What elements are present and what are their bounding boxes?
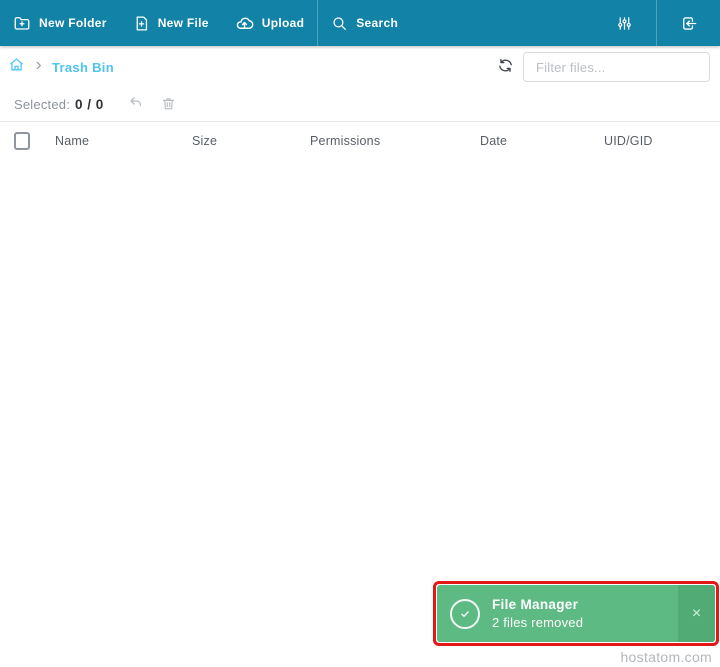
cloud-upload-icon — [235, 14, 254, 33]
selected-count: 0 / 0 — [75, 97, 104, 112]
topbar-right-actions — [593, 0, 720, 46]
close-icon: × — [692, 605, 701, 623]
topbar-actions: New Folder New File Upload — [0, 0, 411, 46]
watermark: hostatom.com — [620, 649, 712, 665]
select-all-cell — [14, 132, 55, 150]
topbar: New Folder New File Upload — [0, 0, 720, 46]
column-header-size[interactable]: Size — [192, 134, 310, 148]
new-file-button[interactable]: New File — [120, 0, 222, 46]
new-file-label: New File — [158, 16, 209, 30]
column-header-uidgid[interactable]: UID/GID — [604, 134, 720, 148]
success-check-icon — [450, 599, 480, 629]
home-icon[interactable] — [8, 56, 25, 78]
sliders-icon — [616, 15, 633, 32]
delete-button[interactable] — [161, 96, 176, 114]
selection-bar: Selected: 0 / 0 — [0, 88, 720, 121]
refresh-button[interactable] — [497, 57, 514, 77]
new-folder-icon — [13, 14, 31, 32]
new-file-icon — [133, 15, 150, 32]
upload-button[interactable]: Upload — [222, 0, 317, 46]
table-header: Name Size Permissions Date UID/GID — [0, 122, 720, 160]
annotation-highlight-box: File Manager 2 files removed × — [433, 581, 719, 646]
search-label: Search — [356, 16, 398, 30]
column-header-name[interactable]: Name — [55, 134, 192, 148]
new-folder-label: New Folder — [39, 16, 107, 30]
breadcrumb-current[interactable]: Trash Bin — [52, 60, 114, 75]
search-button[interactable]: Search — [318, 0, 411, 46]
trash-icon — [161, 96, 176, 114]
upload-label: Upload — [262, 16, 304, 30]
toast-text: File Manager 2 files removed — [492, 597, 678, 630]
toolbar: Trash Bin — [0, 46, 720, 88]
search-icon — [331, 15, 348, 32]
toast-close-button[interactable]: × — [678, 585, 715, 642]
column-header-date[interactable]: Date — [480, 134, 604, 148]
toast-notification: File Manager 2 files removed × — [437, 585, 715, 642]
logout-icon — [679, 14, 698, 33]
new-folder-button[interactable]: New Folder — [0, 0, 120, 46]
refresh-icon — [497, 57, 514, 77]
toast-message: 2 files removed — [492, 615, 678, 630]
breadcrumb: Trash Bin — [8, 56, 114, 78]
logout-button[interactable] — [657, 0, 720, 46]
restore-button[interactable] — [128, 95, 144, 114]
column-header-permissions[interactable]: Permissions — [310, 134, 480, 148]
select-all-checkbox[interactable] — [14, 132, 30, 150]
selected-label: Selected: — [14, 97, 70, 112]
chevron-right-icon — [33, 58, 44, 76]
undo-icon — [128, 95, 144, 114]
filter-input[interactable] — [523, 52, 710, 82]
settings-button[interactable] — [593, 0, 656, 46]
toast-title: File Manager — [492, 597, 678, 612]
